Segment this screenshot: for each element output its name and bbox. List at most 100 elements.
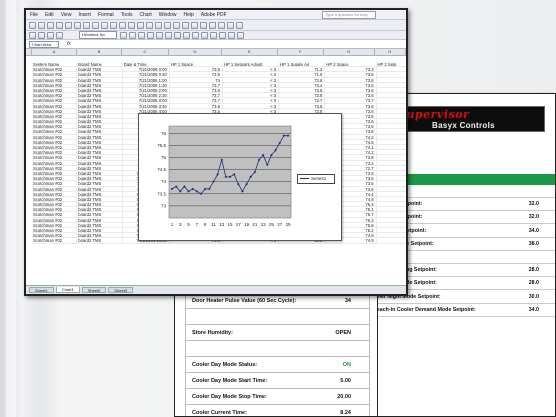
toolbar-button[interactable] [92,21,99,29]
cell-system-name[interactable]: Scotchman #02 [32,145,78,150]
column-header[interactable]: B [77,49,122,55]
cell-hp2-space[interactable]: 73.6 [325,87,377,93]
cell-empty[interactable] [377,223,406,227]
menu-item-tools[interactable]: Tools [121,12,133,18]
name-box[interactable]: Chart Area [29,40,59,48]
toolbar-button[interactable] [146,21,153,29]
cell-empty[interactable] [377,104,406,108]
cell-empty[interactable] [377,238,406,242]
cell-board-name[interactable]: board2 TMS [77,207,123,212]
cell-empty[interactable] [377,83,406,87]
cell-hp2-space[interactable]: 73.6 [325,93,377,98]
cell-supply-air[interactable]: 71.6 [279,72,326,77]
toolbar-button[interactable] [173,21,180,29]
toolbar-button[interactable] [209,21,216,29]
toolbar-button[interactable] [38,21,45,29]
format-toolbar-button[interactable] [120,31,127,39]
cell-empty[interactable] [377,212,406,216]
column-header[interactable]: C [122,49,169,55]
cell-system-name[interactable]: Scotchman #02 [32,98,78,103]
cell-supply-air[interactable]: 73.7 [279,98,326,103]
cell-date-time[interactable]: 7/21/2006 0:30 [123,72,170,77]
cell-system-name[interactable]: Scotchman #02 [32,228,78,233]
cell-board-name[interactable]: board2 TMS [77,217,123,222]
cell-board-name[interactable]: board2 TMS [77,238,123,243]
cell-system-name[interactable]: Scotchman #02 [32,176,78,181]
cell-hp1-adjust[interactable]: < 3 [223,72,280,77]
cell-system-name[interactable]: Scotchman #02 [32,103,78,108]
toolbar-button[interactable] [38,31,45,39]
toolbar-button[interactable] [155,21,162,29]
cell-empty[interactable] [377,72,406,76]
cell-hp1-adjust[interactable]: < 3 [223,77,280,82]
menu-item-help[interactable]: Help [184,12,194,18]
cell-supply-air[interactable]: 73.6 [279,103,326,108]
cell-system-name[interactable]: Scotchman #02 [32,119,78,124]
cell-empty[interactable] [377,93,406,97]
menu-item-file[interactable]: File [30,12,38,18]
format-toolbar-button[interactable] [219,31,226,39]
cell-empty[interactable] [377,135,406,139]
cell-board-name[interactable]: board2 TMS [77,103,123,108]
toolbar-button[interactable] [218,21,225,29]
cell-board-name[interactable]: board2 TMS [77,93,123,98]
menu-item-format[interactable]: Format [98,12,114,18]
cell-date-time[interactable]: 7/21/2006 2:30 [123,93,170,98]
cell-system-name[interactable]: Scotchman #02 [32,233,78,238]
cell-system-name[interactable]: Scotchman #02 [32,139,78,144]
cell-hp1-space[interactable]: 74 [170,77,223,82]
toolbar-button[interactable] [128,21,135,29]
cell-empty[interactable] [377,228,406,232]
cell-board-name[interactable]: board2 TMS [77,155,123,160]
header-cell[interactable]: HP 1 Space [170,62,223,67]
cell-board-name[interactable]: board2 TMS [77,98,123,103]
cell-system-name[interactable]: Scotchman #02 [32,217,78,222]
header-cell[interactable]: HP 1 Setpoint Adjust [223,62,280,67]
column-header[interactable]: E [222,49,278,55]
cell-hp1-adjust[interactable]: < 3 [223,82,280,87]
cell-empty[interactable] [377,207,406,211]
cell-hp2-space[interactable]: 73.6 [325,77,377,82]
cell-empty[interactable] [377,109,406,113]
column-header[interactable]: F [278,49,324,55]
cell-empty[interactable] [377,218,406,222]
menu-item-adobe-pdf[interactable]: Adobe PDF [201,12,227,18]
cell-board-name[interactable]: board2 TMS [77,134,123,139]
toolbar-button[interactable] [56,31,63,39]
toolbar-button[interactable] [191,21,198,29]
cell-empty[interactable] [377,155,406,159]
cell-empty[interactable] [377,124,406,128]
header-cell[interactable]: HP 2 Space [325,62,377,67]
cell-system-name[interactable]: Scotchman #02 [32,207,78,212]
toolbar-button[interactable] [110,21,117,29]
cell-hp1-space[interactable]: 73.6 [170,103,223,108]
cell-system-name[interactable]: Scotchman #02 [32,186,78,191]
cell-system-name[interactable]: Scotchman #02 [32,191,78,196]
toolbar-button[interactable] [47,31,54,39]
cell-board-name[interactable]: board2 TMS [77,181,123,186]
cell-supply-air[interactable]: 73.6 [279,93,326,98]
format-toolbar-button[interactable] [201,31,208,39]
cell-board-name[interactable]: board2 TMS [77,228,123,233]
cell-hp2-space[interactable]: 73.6 [325,103,377,108]
cell-hp1-adjust[interactable]: < 3 [223,98,280,103]
cell-board-name[interactable]: board2 TMS [77,72,123,77]
column-header[interactable]: G [324,49,375,55]
cell-board-name[interactable]: board2 TMS [77,139,123,144]
toolbar-button[interactable] [101,21,108,29]
format-toolbar-button[interactable] [156,31,163,39]
format-toolbar-button[interactable] [138,31,145,39]
cell-system-name[interactable]: Scotchman #02 [32,212,78,217]
cell-hp1-space[interactable]: 73.6 [170,87,223,93]
format-toolbar-button[interactable] [129,31,136,39]
format-toolbar-button[interactable] [183,31,190,39]
menu-item-window[interactable]: Window [159,12,177,18]
header-cell[interactable]: Board Name [77,62,123,67]
cell-hp1-space[interactable]: 73.6 [170,72,223,77]
cell-empty[interactable] [377,88,406,92]
cell-system-name[interactable]: Scotchman #02 [32,222,78,227]
cell-hp1-space[interactable]: 73.7 [170,82,223,87]
cell-system-name[interactable]: Scotchman #02 [32,238,78,243]
menu-item-view[interactable]: View [61,12,72,18]
toolbar-button[interactable] [236,21,243,29]
